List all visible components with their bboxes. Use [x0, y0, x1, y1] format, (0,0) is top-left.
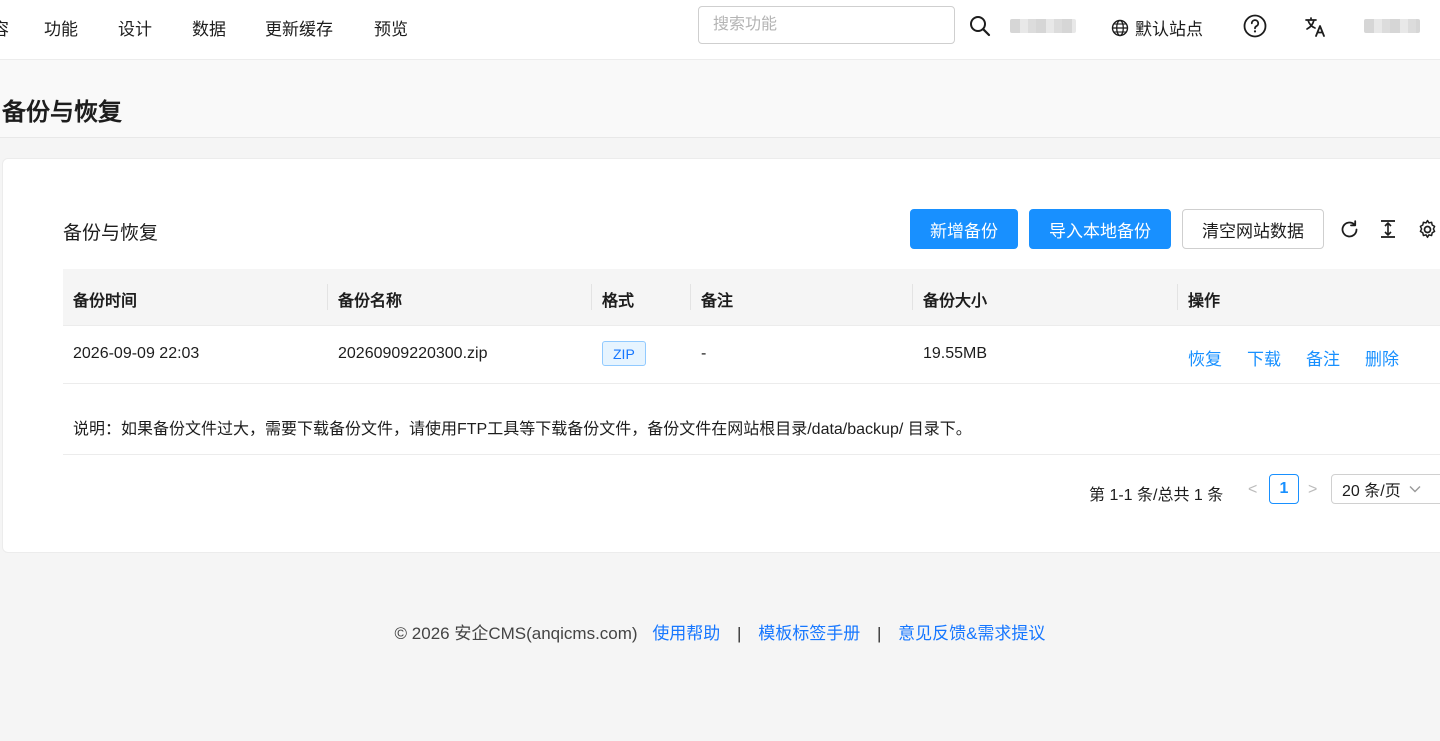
- backup-card: 备份与恢复 新增备份 导入本地备份 清空网站数据 备份时间 备份名称 格式 备注…: [2, 158, 1440, 553]
- backup-note: 说明：如果备份文件过大，需要下载备份文件，请使用FTP工具等下载备份文件，备份文…: [63, 384, 1440, 455]
- footer-separator: |: [737, 624, 742, 643]
- footer-link-feedback[interactable]: 意见反馈&需求提议: [898, 624, 1045, 643]
- site-label: 默认站点: [1135, 20, 1203, 39]
- table-row: 2026-09-09 22:03 20260909220300.zip ZIP …: [63, 326, 1440, 384]
- page-size-select[interactable]: 20 条/页: [1331, 474, 1440, 504]
- user-avatar-blurred[interactable]: [1364, 19, 1420, 33]
- top-navbar: 容 功能 设计 数据 更新缓存 预览 默认站点: [0, 0, 1440, 60]
- pagination-prev[interactable]: <: [1248, 481, 1257, 499]
- nav-item-update-cache[interactable]: 更新缓存: [265, 15, 333, 40]
- format-tag: ZIP: [602, 341, 646, 366]
- nav-item-preview[interactable]: 预览: [374, 15, 408, 40]
- import-local-backup-button[interactable]: 导入本地备份: [1029, 209, 1171, 249]
- username-blurred: [1010, 19, 1076, 33]
- backup-remark: -: [701, 345, 707, 362]
- globe-icon: [1111, 19, 1129, 37]
- column-header-time: 备份时间: [73, 293, 138, 310]
- card-title: 备份与恢复: [63, 223, 159, 244]
- search-icon[interactable]: [968, 14, 992, 38]
- page-size-value: 20 条/页: [1342, 483, 1401, 500]
- footer-link-template-manual[interactable]: 模板标签手册: [758, 624, 860, 643]
- chevron-down-icon: [1409, 485, 1421, 493]
- search-input[interactable]: [698, 6, 955, 44]
- column-header-remark: 备注: [701, 293, 734, 310]
- backup-size: 19.55MB: [923, 345, 988, 362]
- pagination-next[interactable]: >: [1308, 481, 1317, 499]
- footer-copyright: © 2026 安企CMS(anqicms.com): [394, 624, 638, 643]
- translate-icon[interactable]: [1304, 15, 1328, 39]
- backup-name: 20260909220300.zip: [338, 345, 488, 362]
- page-title: 备份与恢复: [2, 99, 122, 126]
- nav-item-features[interactable]: 功能: [44, 15, 78, 40]
- backup-time: 2026-09-09 22:03: [73, 345, 200, 362]
- footer-link-help[interactable]: 使用帮助: [652, 624, 720, 643]
- refresh-icon[interactable]: [1338, 218, 1360, 240]
- pagination-page-1[interactable]: 1: [1269, 474, 1299, 504]
- help-icon[interactable]: [1242, 13, 1268, 39]
- remark-link[interactable]: 备注: [1306, 345, 1340, 370]
- table-header: 备份时间 备份名称 格式 备注 备份大小 操作: [63, 269, 1440, 326]
- column-divider: [912, 284, 913, 310]
- delete-link[interactable]: 删除: [1365, 345, 1399, 370]
- note-text: 说明：如果备份文件过大，需要下载备份文件，请使用FTP工具等下载备份文件，备份文…: [73, 421, 972, 438]
- column-divider: [690, 284, 691, 310]
- column-header-size: 备份大小: [923, 293, 988, 310]
- nav-item-design[interactable]: 设计: [118, 15, 152, 40]
- column-divider: [591, 284, 592, 310]
- clear-site-data-button[interactable]: 清空网站数据: [1182, 209, 1324, 249]
- add-backup-button[interactable]: 新增备份: [910, 209, 1018, 249]
- settings-icon[interactable]: [1416, 218, 1438, 240]
- footer: © 2026 安企CMS(anqicms.com) 使用帮助 | 模板标签手册 …: [0, 619, 1440, 644]
- restore-link[interactable]: 恢复: [1188, 345, 1222, 370]
- download-link[interactable]: 下载: [1247, 345, 1281, 370]
- column-header-format: 格式: [602, 293, 635, 310]
- footer-separator: |: [876, 624, 882, 643]
- column-divider: [327, 284, 328, 310]
- column-height-icon[interactable]: [1377, 218, 1399, 240]
- page-header: 备份与恢复: [0, 60, 1440, 138]
- nav-item-data[interactable]: 数据: [192, 15, 226, 40]
- column-header-name: 备份名称: [338, 293, 403, 310]
- nav-item-content[interactable]: 容: [0, 15, 9, 40]
- pagination-total: 第 1-1 条/总共 1 条: [1089, 487, 1224, 504]
- column-header-actions: 操作: [1188, 293, 1221, 310]
- column-divider: [1177, 284, 1178, 310]
- site-switcher[interactable]: 默认站点: [1111, 15, 1203, 40]
